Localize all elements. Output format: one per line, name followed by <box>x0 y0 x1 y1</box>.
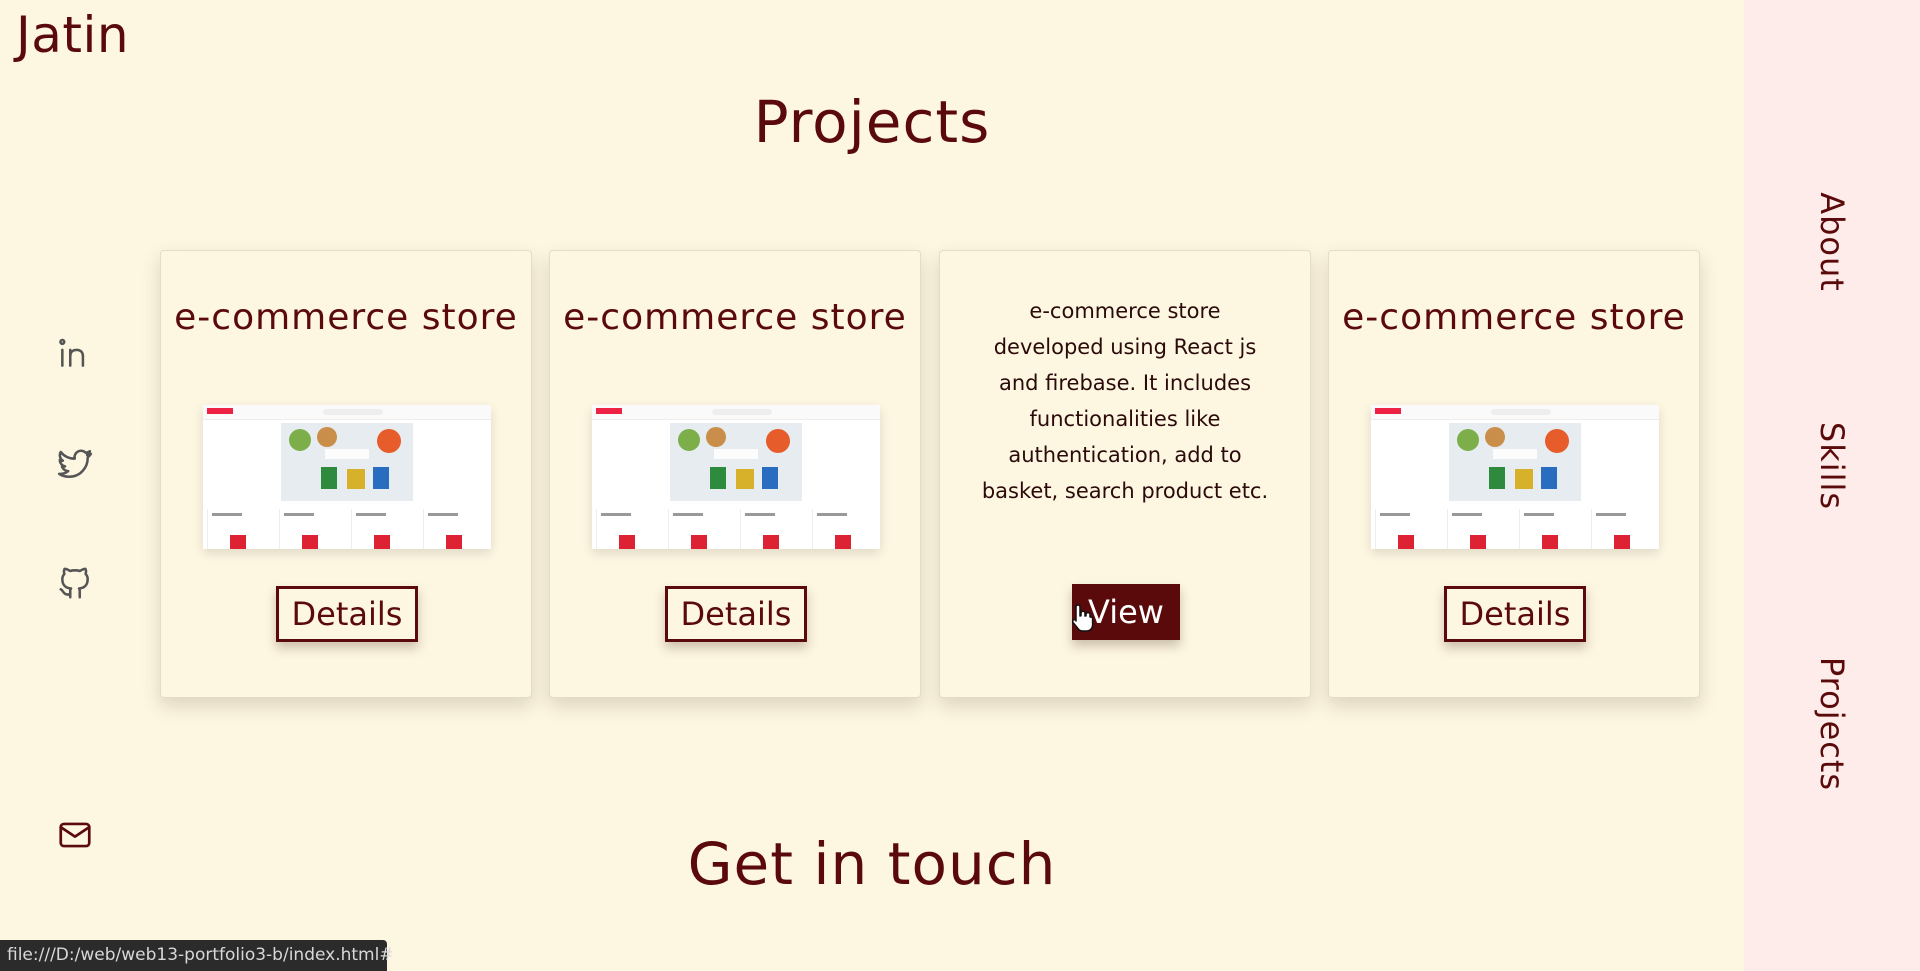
project-screenshot <box>203 405 491 549</box>
card-description: e-commerce store developed using React j… <box>981 299 1269 503</box>
github-link[interactable] <box>56 564 94 602</box>
project-screenshot <box>1371 405 1659 549</box>
details-button[interactable]: Details <box>665 586 807 642</box>
linkedin-icon <box>56 334 94 372</box>
side-nav: About Skills Projects <box>1744 0 1920 971</box>
nav-projects-label: Projects <box>1813 656 1851 792</box>
project-card: e-commerce store Details <box>1328 250 1700 698</box>
nav-skills-label: Skills <box>1813 421 1851 511</box>
project-screenshot <box>592 405 880 549</box>
github-icon <box>56 564 94 602</box>
details-button[interactable]: Details <box>276 586 418 642</box>
twitter-icon <box>56 446 94 484</box>
projects-heading: Projects <box>753 88 991 156</box>
project-card: e-commerce store Details <box>160 250 532 698</box>
twitter-link[interactable] <box>56 446 94 484</box>
nav-about-label: About <box>1813 192 1851 292</box>
card-title: e-commerce store <box>174 297 518 338</box>
project-card-hovered: e-commerce store developed using React j… <box>939 250 1311 698</box>
linkedin-link[interactable] <box>56 334 94 372</box>
brand-logo[interactable]: Jatin <box>16 6 129 64</box>
card-title: e-commerce store <box>563 297 907 338</box>
hand-cursor-icon <box>1071 604 1094 632</box>
details-button[interactable]: Details <box>1444 586 1586 642</box>
project-card: e-commerce store Details <box>549 250 921 698</box>
status-bar-url: file:///D:/web/web13-portfolio3-b/index.… <box>0 940 394 971</box>
card-title: e-commerce store <box>1342 297 1686 338</box>
contact-heading: Get in touch <box>687 830 1057 898</box>
